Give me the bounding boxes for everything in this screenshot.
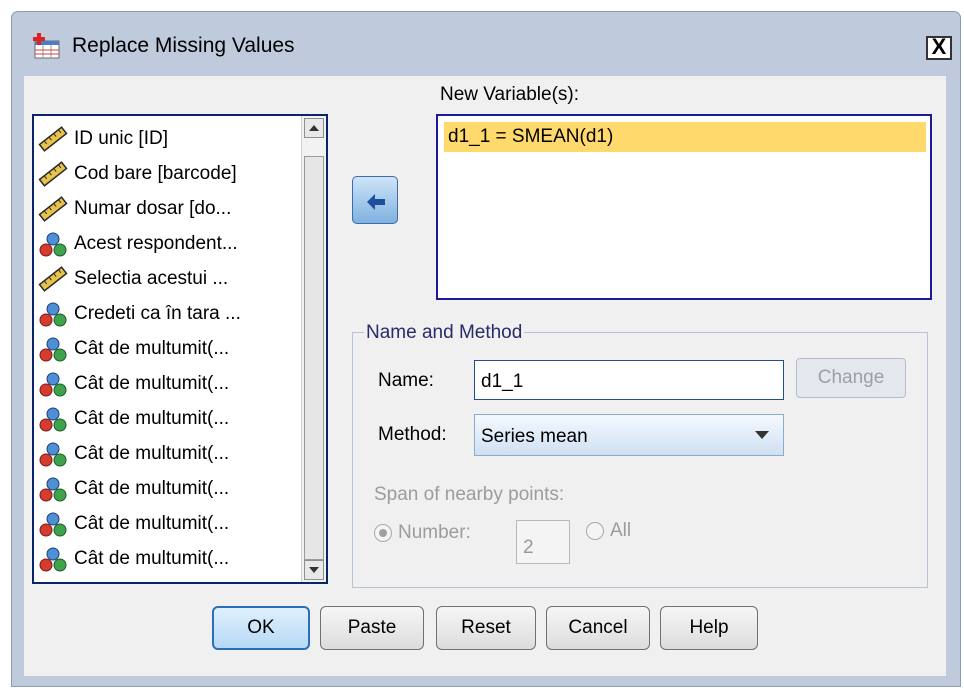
list-item[interactable]: Credeti ca în tara ... (36, 299, 241, 329)
reset-button[interactable]: Reset (436, 606, 536, 650)
nominal-icon (36, 511, 70, 537)
list-item-label: Cât de multumit(... (74, 548, 230, 569)
number-input[interactable]: 2 (516, 520, 570, 564)
list-item-label: Cât de multumit(... (74, 373, 230, 394)
list-item-label: Selectia acestui ... (74, 268, 229, 289)
list-item-label: Numar dosar [do... (74, 198, 232, 219)
list-item[interactable]: ID unic [ID] (36, 124, 168, 154)
nominal-icon (36, 371, 70, 397)
list-item-label: Cât de multumit(... (74, 338, 230, 359)
nominal-icon (36, 546, 70, 572)
nominal-icon (36, 231, 70, 257)
scroll-up-button[interactable] (304, 118, 324, 138)
name-input[interactable]: d1_1 (474, 360, 784, 400)
list-scrollbar[interactable] (301, 116, 326, 582)
list-item-label: Cod bare [barcode] (74, 163, 237, 184)
list-item-label: ID unic [ID] (74, 128, 168, 149)
list-item[interactable]: Cât de multumit(... (36, 334, 229, 364)
list-item-label: Acest respondent... (74, 233, 238, 254)
list-item[interactable]: Selectia acestui ... (36, 264, 228, 294)
ruler-icon (36, 126, 70, 152)
list-item-label: Cât de multumit(... (74, 478, 230, 499)
ruler-icon (36, 161, 70, 187)
dropdown-caret-icon (755, 431, 769, 439)
new-variables-list[interactable]: d1_1 = SMEAN(d1) (436, 114, 932, 300)
number-label: Number: (398, 522, 471, 543)
list-item[interactable]: Cât de multumit(... (36, 404, 229, 434)
ok-button[interactable]: OK (212, 606, 310, 650)
title-bar: Replace Missing Values X (12, 12, 960, 76)
scroll-down-button[interactable] (304, 560, 324, 580)
list-item-label: Credeti ca în tara ... (74, 303, 241, 324)
close-button[interactable]: X (926, 36, 952, 60)
list-item[interactable]: Acest respondent... (36, 229, 238, 259)
help-button[interactable]: Help (660, 606, 758, 650)
chevron-down-icon (309, 567, 319, 573)
nominal-icon (36, 476, 70, 502)
list-item[interactable]: Cât de multumit(... (36, 544, 229, 574)
chevron-up-icon (309, 125, 319, 131)
nominal-icon (36, 336, 70, 362)
list-item-label: Cât de multumit(... (74, 443, 230, 464)
list-item[interactable]: Cât de multumit(... (36, 439, 229, 469)
new-variables-label: New Variable(s): (440, 84, 580, 105)
ruler-icon (36, 196, 70, 222)
table-plus-icon (33, 33, 60, 59)
method-select[interactable]: Series mean (474, 414, 784, 456)
ruler-icon (36, 266, 70, 292)
scroll-thumb[interactable] (304, 156, 324, 560)
list-item[interactable]: Cât de multumit(... (36, 474, 229, 504)
method-selected-value: Series mean (481, 426, 588, 447)
cancel-button[interactable]: Cancel (546, 606, 650, 650)
all-label: All (610, 520, 632, 541)
nominal-icon (36, 441, 70, 467)
span-label: Span of nearby points: (374, 484, 565, 505)
list-item-label: Cât de multumit(... (74, 408, 230, 429)
window-title: Replace Missing Values (72, 34, 295, 57)
move-variable-button[interactable] (352, 176, 398, 224)
nominal-icon (36, 406, 70, 432)
arrow-left-icon (367, 194, 385, 210)
list-item[interactable]: Numar dosar [do... (36, 194, 231, 224)
number-radio[interactable] (374, 524, 392, 542)
name-method-legend: Name and Method (364, 322, 525, 344)
list-item-label: Cât de multumit(... (74, 513, 230, 534)
name-label: Name: (378, 370, 434, 391)
list-item[interactable]: Cât de multumit(... (36, 509, 229, 539)
all-radio[interactable] (586, 522, 604, 540)
paste-button[interactable]: Paste (320, 606, 424, 650)
new-variable-item[interactable]: d1_1 = SMEAN(d1) (444, 122, 926, 152)
method-label: Method: (378, 424, 447, 445)
change-button[interactable]: Change (796, 358, 906, 398)
nominal-icon (36, 301, 70, 327)
source-variable-list[interactable]: ID unic [ID] Cod bare [barcode] Numar dosa… (32, 114, 328, 584)
list-item[interactable]: Cât de multumit(... (36, 369, 229, 399)
list-item[interactable]: Cod bare [barcode] (36, 159, 237, 189)
